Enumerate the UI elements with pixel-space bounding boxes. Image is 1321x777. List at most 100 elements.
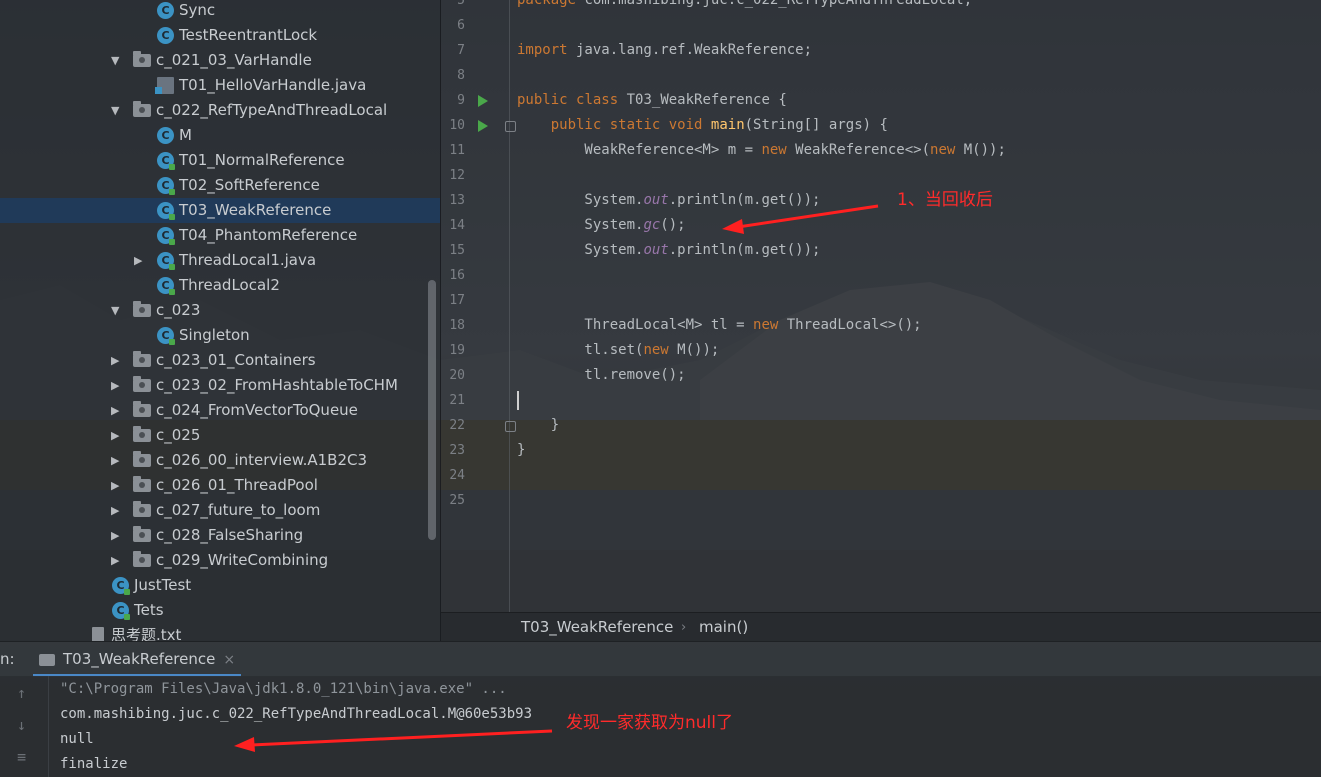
code-line[interactable]: 17 [441, 288, 1321, 313]
tree-item[interactable]: CM [0, 123, 440, 148]
code-line[interactable]: 18 ThreadLocal<M> tl = new ThreadLocal<>… [441, 313, 1321, 338]
code-line[interactable]: 5 package com.mashibing.juc.c_022_RefType… [441, 0, 1321, 13]
chevron-right-icon[interactable]: ▶ [111, 448, 123, 473]
breadcrumb-method[interactable]: main() [699, 613, 748, 642]
tree-package[interactable]: ▶ c_025 [0, 423, 440, 448]
code-line[interactable]: 14 System.gc(); [441, 213, 1321, 238]
soft-wrap-icon[interactable]: ≡ [17, 748, 26, 766]
tree-item[interactable]: ▶ C ThreadLocal1.java [0, 248, 440, 273]
run-gutter-icon[interactable] [478, 120, 488, 132]
package-folder-icon [133, 301, 151, 317]
code-line[interactable]: 9 public class T03_WeakReference { [441, 88, 1321, 113]
tree-item[interactable]: C T04_PhantomReference [0, 223, 440, 248]
close-icon[interactable]: × [223, 652, 235, 668]
scroll-down-icon[interactable]: ↓ [17, 716, 26, 734]
code-line[interactable]: 24 [441, 463, 1321, 488]
package-folder-icon [133, 376, 151, 392]
tree-package[interactable]: ▶ c_026_00_interview.A1B2C3 [0, 448, 440, 473]
code-line[interactable]: 13 System.out.println(m.get()); [441, 188, 1321, 213]
package-folder-icon [133, 426, 151, 442]
tree-package[interactable]: ▼ c_023 [0, 298, 440, 323]
tree-package[interactable]: ▶ c_023_02_FromHashtableToCHM [0, 373, 440, 398]
line-number: 17 [449, 293, 465, 308]
chevron-right-icon[interactable]: ▶ [111, 423, 123, 448]
code-line[interactable]: 15 System.out.println(m.get()); [441, 238, 1321, 263]
tree-item[interactable]: T01_HelloVarHandle.java [0, 73, 440, 98]
scroll-up-icon[interactable]: ↑ [17, 684, 26, 702]
chevron-down-icon[interactable]: ▼ [111, 48, 123, 73]
code-text: import java.lang.ref.WeakReference; [517, 42, 813, 58]
code-line[interactable]: 8 [441, 63, 1321, 88]
line-number: 10 [449, 118, 465, 133]
chevron-right-icon[interactable]: ▶ [111, 523, 123, 548]
console-line: null [60, 731, 94, 747]
console-line: com.mashibing.juc.c_022_RefTypeAndThread… [60, 706, 533, 722]
code-line[interactable]: 23} [441, 438, 1321, 463]
tree-item[interactable]: C TestReentrantLock [0, 23, 440, 48]
line-number: 14 [449, 218, 465, 233]
tree-item[interactable]: C Tets [0, 598, 440, 623]
line-number: 16 [449, 268, 465, 283]
code-text: package com.mashibing.juc.c_022_RefTypeA… [517, 0, 973, 8]
line-number: 6 [457, 18, 465, 33]
tree-package[interactable]: ▶ c_029_WriteCombining [0, 548, 440, 573]
java-file-icon [155, 77, 174, 94]
code-line[interactable]: 7 import java.lang.ref.WeakReference; [441, 38, 1321, 63]
fold-icon[interactable] [505, 421, 516, 432]
tree-item-label: c_029_WriteCombining [156, 551, 329, 569]
code-line[interactable]: 6 [441, 13, 1321, 38]
code-line[interactable]: 16 [441, 263, 1321, 288]
chevron-right-icon[interactable]: ▶ [111, 473, 123, 498]
code-line[interactable]: 25 [441, 488, 1321, 513]
tree-package[interactable]: ▶ c_026_01_ThreadPool [0, 473, 440, 498]
chevron-right-icon[interactable]: ▶ [111, 498, 123, 523]
runnable-class-icon: C [157, 152, 175, 170]
tree-package[interactable]: ▶ c_023_01_Containers [0, 348, 440, 373]
tree-package[interactable]: ▶ c_028_FalseSharing [0, 523, 440, 548]
run-config-icon [39, 653, 55, 666]
chevron-right-icon[interactable]: ▶ [111, 548, 123, 573]
line-number: 7 [457, 43, 465, 58]
tree-item[interactable]: C T03_WeakReference [0, 198, 440, 223]
chevron-down-icon[interactable]: ▼ [111, 98, 123, 123]
runnable-class-icon: C [157, 202, 175, 220]
tree-item[interactable]: C Sync [0, 0, 440, 23]
chevron-right-icon[interactable]: ▶ [111, 348, 123, 373]
chevron-down-icon[interactable]: ▼ [111, 298, 123, 323]
tree-item[interactable]: C T02_SoftReference [0, 173, 440, 198]
chevron-right-icon[interactable]: ▶ [134, 248, 146, 273]
tree-scrollbar[interactable] [428, 280, 436, 540]
line-number: 13 [449, 193, 465, 208]
chevron-right-icon[interactable]: ▶ [111, 373, 123, 398]
tree-item[interactable]: C JustTest [0, 573, 440, 598]
run-tab[interactable]: T03_WeakReference × [33, 642, 242, 677]
code-line[interactable]: 22 } [441, 413, 1321, 438]
run-gutter-icon[interactable] [478, 95, 488, 107]
fold-icon[interactable] [505, 121, 516, 132]
tree-item[interactable]: C T01_NormalReference [0, 148, 440, 173]
tree-item[interactable]: C ThreadLocal2 [0, 273, 440, 298]
tree-package[interactable]: ▼ c_022_RefTypeAndThreadLocal [0, 98, 440, 123]
tree-package[interactable]: ▶ c_027_future_to_loom [0, 498, 440, 523]
code-line[interactable]: 19 tl.set(new M()); [441, 338, 1321, 363]
line-number: 11 [449, 143, 465, 158]
code-line[interactable]: 11 WeakReference<M> m = new WeakReferenc… [441, 138, 1321, 163]
code-line[interactable]: 10 public static void main(String[] args… [441, 113, 1321, 138]
annotation-gc-note: 1、当回收后 [897, 190, 993, 210]
code-line[interactable]: 21 [441, 388, 1321, 413]
tree-package[interactable]: ▼ c_021_03_VarHandle [0, 48, 440, 73]
text-caret [517, 391, 519, 410]
tree-item[interactable]: 思考题.txt [0, 623, 440, 641]
package-folder-icon [133, 451, 151, 467]
tree-item[interactable]: C Singleton [0, 323, 440, 348]
code-line[interactable]: 12 [441, 163, 1321, 188]
line-number: 25 [449, 493, 465, 508]
code-editor[interactable]: T03_WeakReference › main() 5 package com.… [441, 0, 1321, 642]
text-file-icon [92, 627, 104, 641]
chevron-right-icon[interactable]: ▶ [111, 398, 123, 423]
tree-package[interactable]: ▶ c_024_FromVectorToQueue [0, 398, 440, 423]
breadcrumb: T03_WeakReference › main() [441, 612, 1321, 642]
breadcrumb-class[interactable]: T03_WeakReference [521, 613, 673, 642]
code-line[interactable]: 20 tl.remove(); [441, 363, 1321, 388]
runnable-class-icon: C [157, 177, 175, 195]
